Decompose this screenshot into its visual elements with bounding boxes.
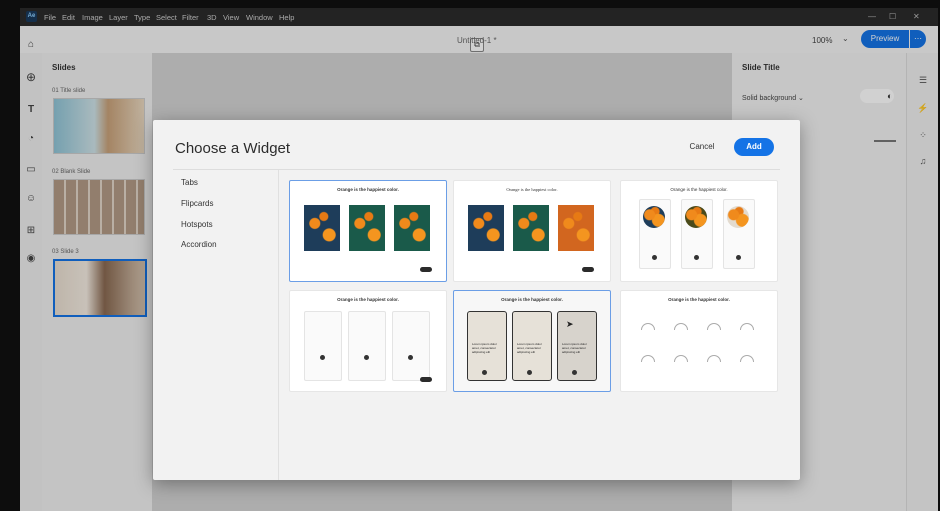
flip-card: Lorem ipsum dolor amet, consectetur adip… bbox=[557, 311, 597, 381]
dot-indicator bbox=[482, 370, 487, 375]
card-title: Orange is the happiest color. bbox=[506, 187, 558, 192]
orange-image bbox=[727, 206, 749, 228]
dot-indicator bbox=[527, 370, 532, 375]
category-flipcards[interactable]: Flipcards bbox=[181, 199, 213, 208]
orange-image bbox=[304, 205, 340, 251]
nav-pill bbox=[420, 267, 432, 272]
widget-card-flipcards-2[interactable]: Orange is the happiest color. Lorem ipsu… bbox=[453, 290, 611, 392]
orange-image bbox=[394, 205, 430, 251]
flip-text: Lorem ipsum dolor amet, consectetur adip… bbox=[517, 342, 542, 354]
mini-card bbox=[348, 311, 386, 381]
arc-icon bbox=[674, 323, 688, 330]
dot-indicator bbox=[364, 355, 369, 360]
widget-card-flipcards-3[interactable]: Orange is the happiest color. bbox=[620, 290, 778, 392]
orange-image bbox=[685, 206, 707, 228]
flip-text: Lorem ipsum dolor amet, consectetur adip… bbox=[472, 342, 497, 354]
card-title: Orange is the happiest color. bbox=[668, 297, 730, 302]
dot-indicator bbox=[736, 255, 741, 260]
dot-indicator bbox=[320, 355, 325, 360]
dot-indicator bbox=[408, 355, 413, 360]
arc-icon bbox=[674, 355, 688, 362]
nav-pill bbox=[420, 377, 432, 382]
arc-icon bbox=[740, 355, 754, 362]
flip-card: Lorem ipsum dolor amet, consectetur adip… bbox=[512, 311, 552, 381]
mini-card bbox=[304, 311, 342, 381]
dot-indicator bbox=[694, 255, 699, 260]
dot-indicator bbox=[652, 255, 657, 260]
orange-image bbox=[349, 205, 385, 251]
choose-widget-dialog: Choose a Widget Cancel Add Tabs Flipcard… bbox=[153, 120, 800, 480]
card-title: Orange is the happiest color. bbox=[501, 297, 563, 302]
widget-card-tabs-3[interactable]: Orange is the happiest color. bbox=[620, 180, 778, 282]
card-title: Orange is the happiest color. bbox=[670, 187, 728, 192]
orange-image bbox=[468, 205, 504, 251]
orange-image bbox=[558, 205, 594, 251]
category-accordion[interactable]: Accordion bbox=[181, 240, 217, 249]
widget-card-tabs-1[interactable]: Orange is the happiest color. bbox=[289, 180, 447, 282]
arc-icon bbox=[641, 323, 655, 330]
widget-card-flipcards-1[interactable]: Orange is the happiest color. bbox=[289, 290, 447, 392]
mini-card bbox=[392, 311, 430, 381]
category-hotspots[interactable]: Hotspots bbox=[181, 220, 213, 229]
cancel-button[interactable]: Cancel bbox=[683, 140, 721, 154]
arc-icon bbox=[707, 323, 721, 330]
category-divider bbox=[278, 170, 279, 480]
arc-icon bbox=[707, 355, 721, 362]
category-tabs[interactable]: Tabs bbox=[181, 178, 198, 187]
flip-text: Lorem ipsum dolor amet, consectetur adip… bbox=[562, 342, 587, 354]
flip-card: Lorem ipsum dolor amet, consectetur adip… bbox=[467, 311, 507, 381]
cursor-icon: ➤ bbox=[566, 319, 574, 329]
dialog-title: Choose a Widget bbox=[175, 140, 291, 157]
arc-icon bbox=[740, 323, 754, 330]
orange-image bbox=[513, 205, 549, 251]
arc-icon bbox=[641, 355, 655, 362]
dialog-divider bbox=[173, 169, 780, 170]
card-title: Orange is the happiest color. bbox=[337, 297, 399, 302]
dot-indicator bbox=[572, 370, 577, 375]
nav-pill bbox=[582, 267, 594, 272]
widget-card-tabs-2[interactable]: Orange is the happiest color. bbox=[453, 180, 611, 282]
orange-image bbox=[643, 206, 665, 228]
card-title: Orange is the happiest color. bbox=[337, 187, 399, 192]
add-button[interactable]: Add bbox=[734, 138, 774, 156]
